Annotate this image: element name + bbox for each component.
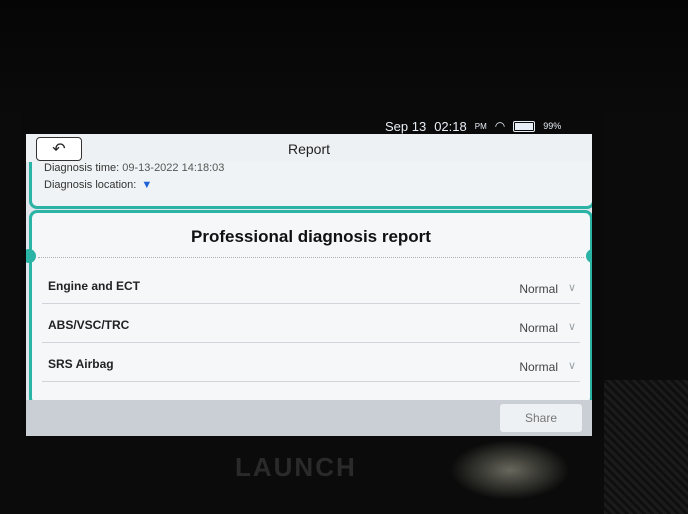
system-status: Normal xyxy=(519,282,558,296)
report-row[interactable]: Engine and ECT Normal ∨ xyxy=(42,265,580,304)
system-name: Engine and ECT xyxy=(48,279,141,293)
diagnosis-time-label: Diagnosis time: xyxy=(44,162,120,174)
report-card: Professional diagnosis report Engine and… xyxy=(26,210,592,406)
card-notch-left xyxy=(26,249,36,263)
chevron-down-icon[interactable]: ∨ xyxy=(568,359,576,372)
app-screen: ↶ Report Diagnosis time: 09-13-2022 14:1… xyxy=(26,134,592,436)
location-pin-icon: ▼ xyxy=(141,179,153,191)
title-bar: ↶ Report xyxy=(26,134,592,162)
device-grille xyxy=(604,380,688,514)
wifi-icon: ◠ xyxy=(494,119,506,133)
bottom-action-bar: Share xyxy=(26,400,592,436)
page-title: Report xyxy=(287,141,331,157)
diagnosis-location: Diagnosis location: ▼ xyxy=(44,179,152,191)
dotted-divider xyxy=(38,257,584,258)
photo-background xyxy=(0,0,688,120)
battery-icon xyxy=(513,120,536,132)
system-status: Normal xyxy=(519,321,558,335)
card-notch-right xyxy=(586,249,592,263)
report-title: Professional diagnosis report xyxy=(191,227,431,246)
status-time: 02:18 xyxy=(434,118,467,134)
report-row[interactable]: ABS/VSC/TRC Normal ∨ xyxy=(42,304,580,343)
status-bar: Sep 13 02:18 PM ◠ 99% xyxy=(385,116,595,136)
diagnosis-time: Diagnosis time: 09-13-2022 14:18:03 xyxy=(44,162,224,174)
share-button[interactable]: Share xyxy=(500,404,582,432)
diagnosis-info-card: Diagnosis time: 09-13-2022 14:18:03 Diag… xyxy=(29,162,592,209)
system-name: SRS Airbag xyxy=(48,357,114,371)
chevron-down-icon[interactable]: ∨ xyxy=(568,320,576,333)
status-ampm: PM xyxy=(474,121,487,131)
system-status: Normal xyxy=(519,360,558,374)
launch-logo: LAUNCH xyxy=(235,452,357,482)
diagnosis-time-value: 09-13-2022 14:18:03 xyxy=(122,162,225,174)
chevron-down-icon[interactable]: ∨ xyxy=(568,281,576,294)
system-name: ABS/VSC/TRC xyxy=(48,318,130,332)
report-row[interactable]: SRS Airbag Normal ∨ xyxy=(42,343,580,382)
light-glare xyxy=(450,440,570,500)
diagnosis-location-label: Diagnosis location: xyxy=(44,179,137,191)
status-date: Sep 13 xyxy=(385,118,427,134)
battery-percent: 99% xyxy=(543,121,562,131)
